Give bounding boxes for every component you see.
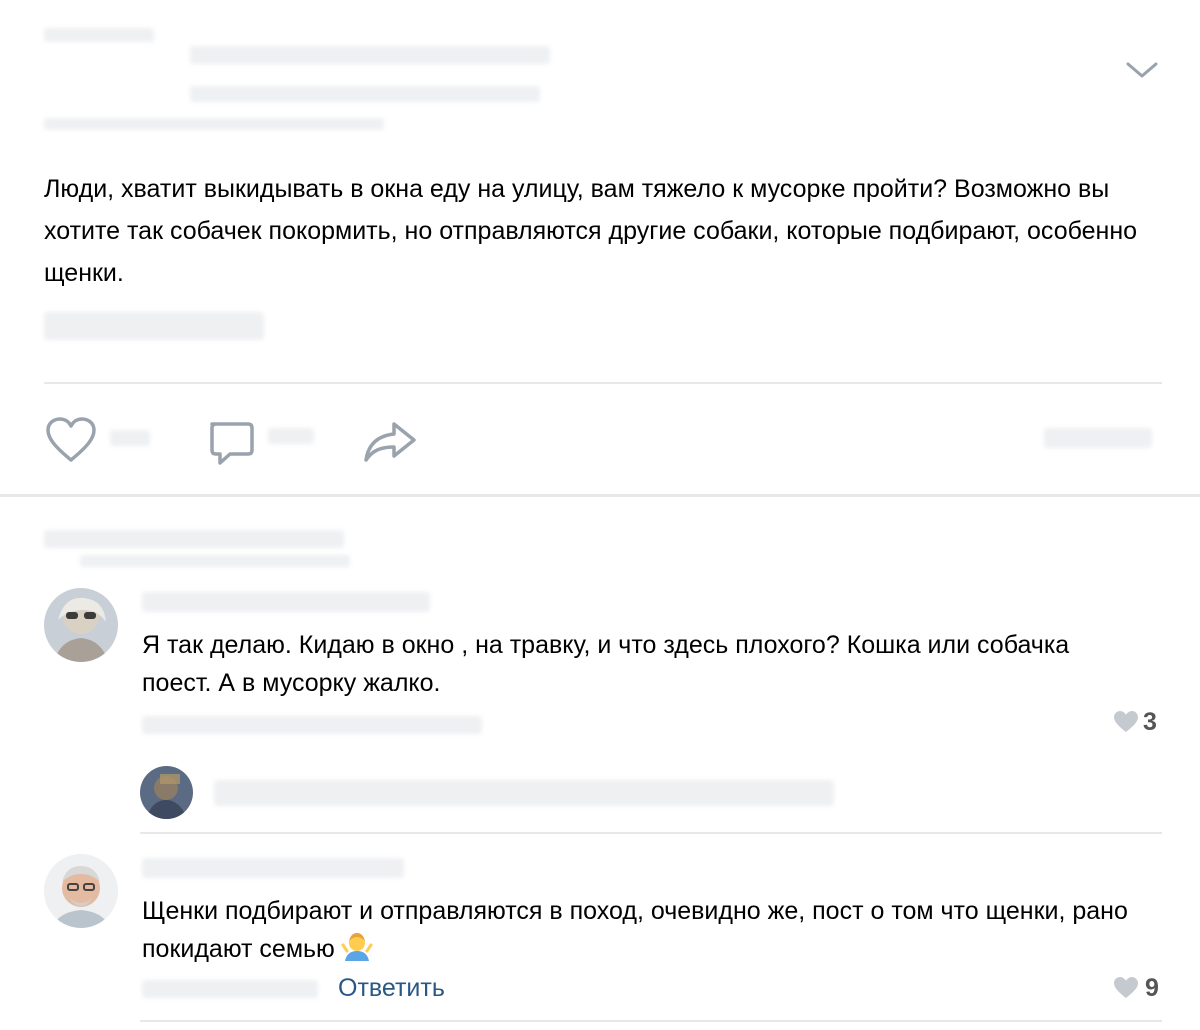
heart-icon[interactable] — [1113, 976, 1139, 1005]
comment-icon — [210, 422, 254, 465]
share-button[interactable] — [362, 418, 422, 468]
like-count: 3 — [1143, 708, 1157, 736]
shrug-emoji-icon — [341, 931, 373, 974]
comments-header-blurred — [80, 555, 350, 567]
reply-button[interactable]: Ответить — [338, 974, 445, 1003]
comment-count-blurred — [268, 428, 314, 444]
post-text: Люди, хватит выкидывать в окна еду на ул… — [44, 175, 1138, 287]
like-count: 9 — [1145, 974, 1159, 1002]
like-count-blurred — [110, 430, 150, 446]
comment-date-blurred — [142, 716, 482, 734]
comment-divider — [140, 1020, 1162, 1022]
comment-divider — [140, 832, 1162, 834]
section-separator — [0, 494, 1200, 497]
comment-date-blurred — [142, 980, 318, 998]
share-icon — [364, 422, 416, 462]
avatar[interactable] — [140, 766, 193, 819]
post-divider — [44, 382, 1162, 384]
chevron-down-icon[interactable] — [1122, 56, 1162, 84]
like-button[interactable] — [44, 416, 154, 466]
comment-text: Щенки подбирают и отправляются в поход, … — [142, 892, 1132, 974]
comments-header-blurred — [44, 530, 344, 548]
post-extra-blurred — [44, 312, 264, 340]
comment-text: Я так делаю. Кидаю в окно , на травку, и… — [142, 631, 1070, 697]
author-name-blurred — [190, 46, 550, 64]
heart-icon — [46, 417, 96, 462]
post-meta-blurred — [44, 118, 384, 130]
heart-icon[interactable] — [1113, 710, 1139, 739]
commenter-name-blurred — [142, 592, 430, 612]
replies-thread-blurred[interactable] — [214, 780, 834, 806]
comment-button[interactable] — [206, 418, 316, 468]
comment-text-body: Щенки подбирают и отправляются в поход, … — [142, 897, 1128, 963]
post-card: Люди, хватит выкидывать в окна еду на ул… — [0, 0, 1200, 495]
avatar[interactable] — [44, 588, 118, 662]
commenter-name-blurred — [142, 858, 404, 878]
author-name-blurred — [44, 28, 154, 42]
post-date-blurred — [190, 86, 540, 102]
avatar[interactable] — [44, 854, 118, 928]
views-count-blurred — [1044, 428, 1152, 448]
